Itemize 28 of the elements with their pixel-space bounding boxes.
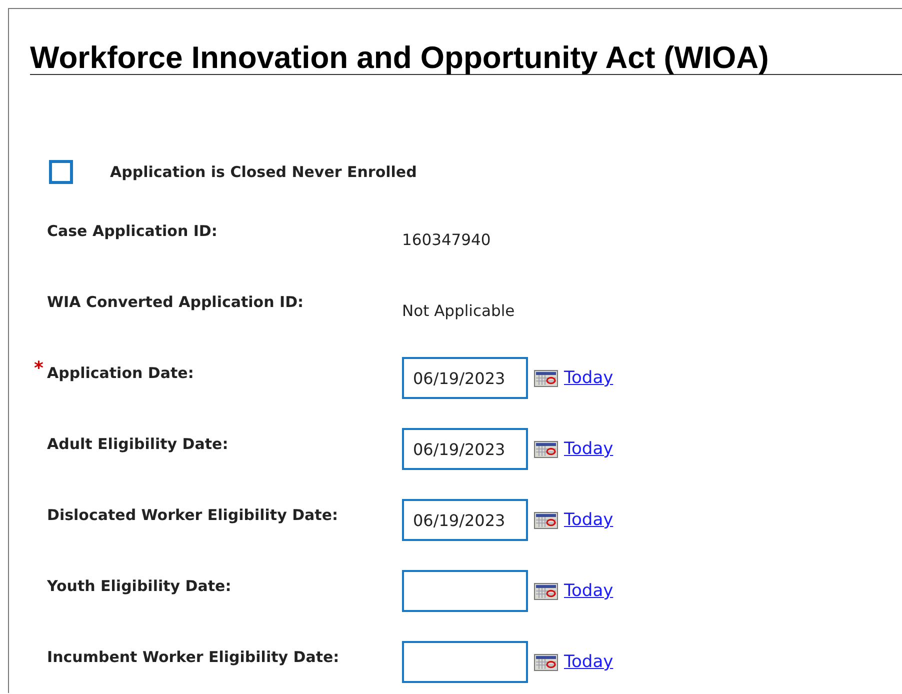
today-link[interactable]: Today [564,652,614,672]
today-link[interactable]: Today [564,510,614,530]
field-label: Dislocated Worker Eligibility Date: [47,505,338,524]
calendar-icon[interactable] [534,582,558,600]
checkbox[interactable] [49,160,73,184]
date-field[interactable] [402,570,528,612]
date-field[interactable]: 06/19/2023 [402,428,528,470]
checkbox-label: Application is Closed Never Enrolled [110,163,417,181]
field-label: Youth Eligibility Date: [47,576,232,595]
calendar-icon[interactable] [534,512,558,528]
page-title: Workforce Innovation and Opportunity Act (WIOA) [30,42,769,74]
field-label: Application Date: [47,363,194,382]
field-value: 160347940 [402,230,491,249]
field-value: Not Applicable [402,301,515,320]
calendar-icon[interactable] [534,654,558,670]
date-field[interactable]: 06/19/2023 [402,357,528,399]
calendar-icon[interactable] [534,440,558,458]
date-field[interactable]: 06/19/2023 [402,499,528,541]
calendar-icon[interactable] [534,370,558,386]
field-label: WIA Converted Application ID: [47,292,304,311]
field-label: Adult Eligibility Date: [47,434,228,453]
required-asterisk: * [34,358,44,379]
today-link[interactable]: Today [564,368,614,388]
field-label: Incumbent Worker Eligibility Date: [47,647,340,666]
date-field[interactable] [402,641,528,683]
today-link[interactable]: Today [564,439,614,459]
field-label: Case Application ID: [47,221,218,240]
today-link[interactable]: Today [564,581,614,601]
